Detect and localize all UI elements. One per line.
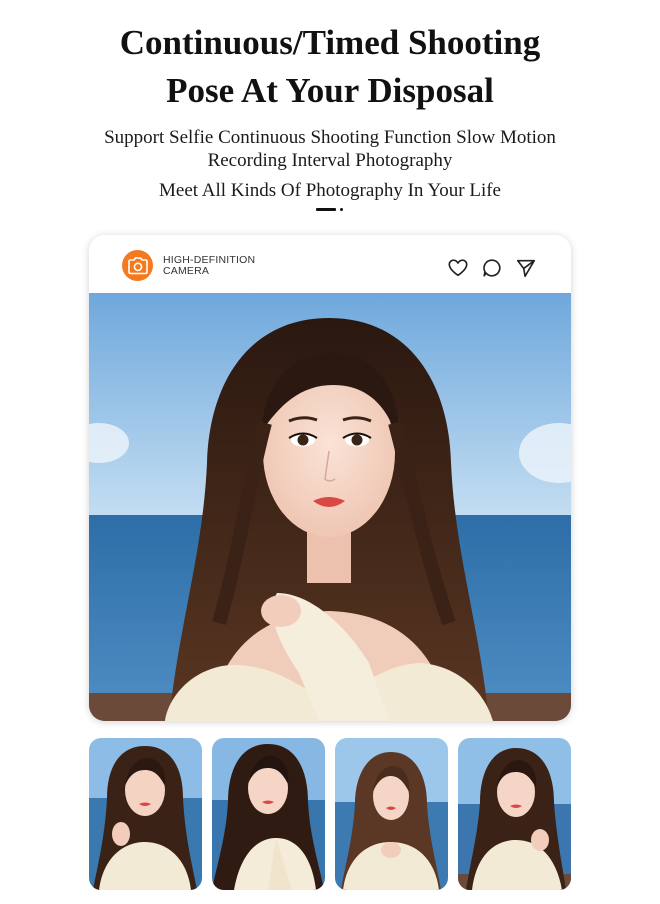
heart-icon[interactable] — [447, 257, 469, 279]
thumbnail-2[interactable] — [212, 738, 325, 890]
subtitle-line-1: Support Selfie Continuous Shooting Funct… — [104, 127, 556, 148]
subtitle-line-2: Recording Interval Photography — [207, 150, 453, 171]
thumbnail-1[interactable] — [89, 738, 202, 890]
main-portrait-photo — [89, 293, 571, 721]
photo-card: HIGH-DEFINITION CAMERA — [89, 235, 571, 721]
camera-icon — [122, 250, 153, 281]
comment-icon[interactable] — [481, 257, 503, 279]
divider — [316, 208, 336, 211]
headline-line-1: Continuous/Timed Shooting — [119, 23, 541, 62]
headline-line-2: Pose At Your Disposal — [166, 71, 494, 110]
thumbnail-3[interactable] — [335, 738, 448, 890]
subtitle-line-3: Meet All Kinds Of Photography In Your Li… — [159, 180, 501, 201]
brand-line-2: CAMERA — [163, 265, 210, 277]
card-actions — [447, 257, 537, 279]
card-header: HIGH-DEFINITION CAMERA — [89, 235, 571, 293]
brand-label: HIGH-DEFINITION CAMERA — [163, 255, 255, 277]
send-icon[interactable] — [515, 257, 537, 279]
thumbnail-4[interactable] — [458, 738, 571, 890]
divider-dot — [340, 208, 343, 211]
